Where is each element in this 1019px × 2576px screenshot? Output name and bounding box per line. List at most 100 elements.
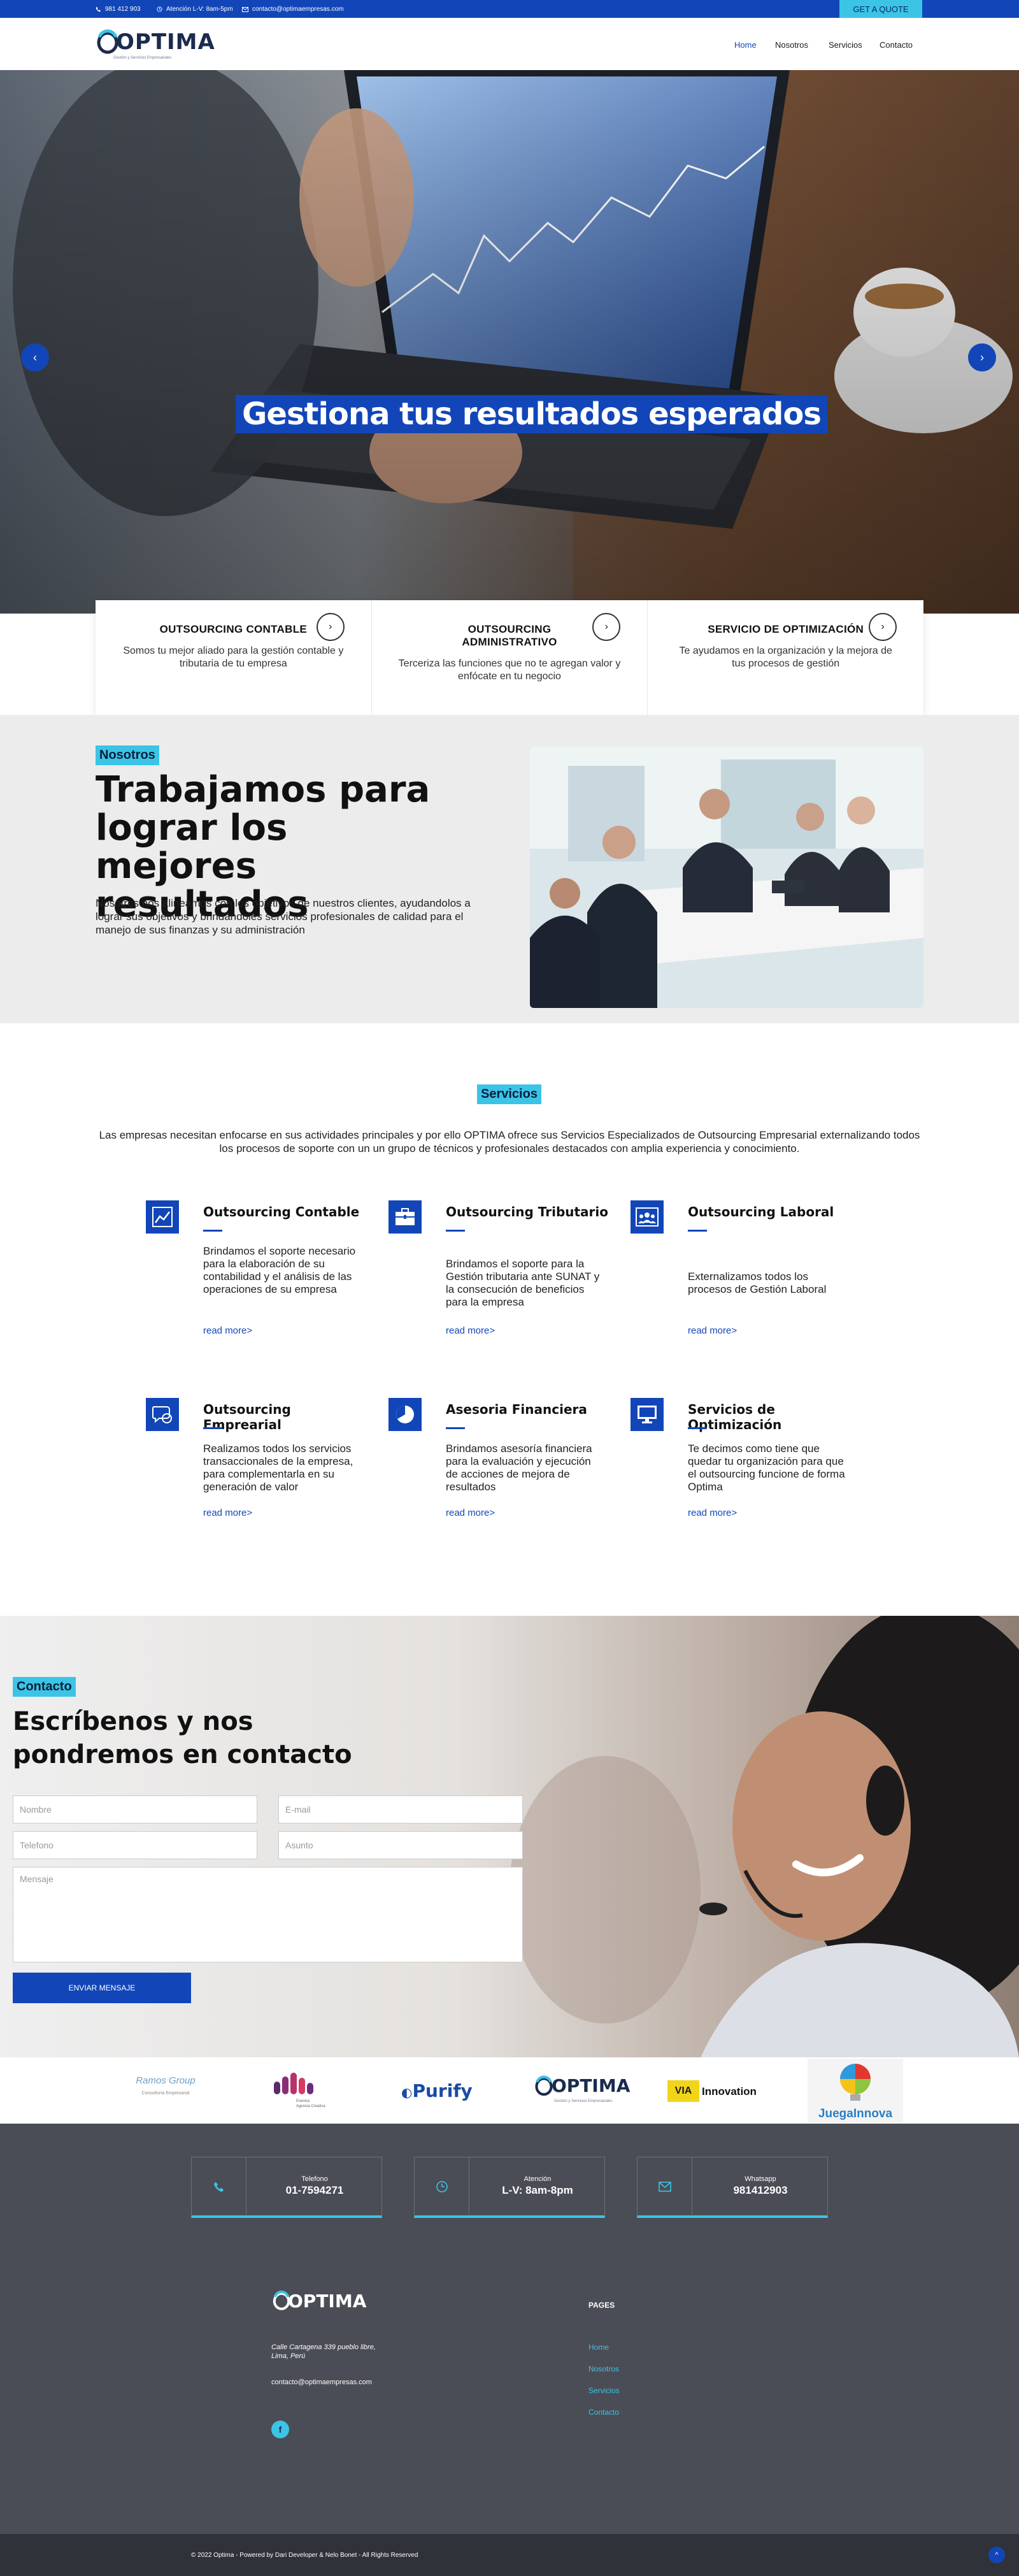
name-input[interactable] <box>13 1795 257 1824</box>
title-underline <box>203 1230 222 1232</box>
footer-link-servicios[interactable]: Servicios <box>588 2386 620 2395</box>
footer-hours-box: Atención L-V: 8am-8pm <box>414 2157 605 2218</box>
read-more-link[interactable]: read more> <box>203 1507 252 1518</box>
topbar-email[interactable]: contacto@optimaempresas.com <box>242 6 344 13</box>
service-title: Outsourcing Emprearial <box>203 1402 291 1432</box>
copyright-bar: © 2022 Optima - Powered by Dari Develope… <box>0 2534 1019 2576</box>
service-title: Servicios de Optimización <box>688 1402 782 1432</box>
service-text: Te decimos como tiene que quedar tu orga… <box>688 1443 845 1493</box>
phone-icon <box>192 2157 246 2216</box>
send-message-button[interactable]: ENVIAR MENSAJE <box>13 1973 191 2003</box>
purify-o-icon: ◐ <box>401 2085 413 2100</box>
service-title: Outsourcing Contable <box>203 1204 360 1220</box>
service-text: Brindamos el soporte para la Gestión tri… <box>446 1258 600 1308</box>
about-tag: Nosotros <box>96 745 159 765</box>
meeting-image <box>530 747 923 1008</box>
service-text: Externalizamos todos los procesos de Ges… <box>688 1270 827 1295</box>
chart-icon <box>146 1200 179 1234</box>
contact-section: Contacto Escríbenos y nos pondremos en c… <box>0 1616 1019 2057</box>
logo-mark-icon <box>535 2075 553 2096</box>
partner-logos: Ramos Group Consultoría Empresarial Even… <box>0 2057 1019 2124</box>
read-more-link[interactable]: read more> <box>203 1325 252 1336</box>
hero-image <box>0 70 1019 614</box>
partner-logo[interactable]: ◐Purify <box>401 2080 478 2103</box>
clock-icon <box>157 6 162 12</box>
facebook-icon: f <box>278 2424 282 2435</box>
service-title: Asesoria Financiera <box>446 1402 587 1417</box>
service-title: Outsourcing Laboral <box>688 1204 834 1220</box>
back-to-top-button[interactable]: ^ <box>988 2547 1005 2563</box>
chevron-right-icon: › <box>881 621 885 632</box>
partner-logo[interactable]: Eventos Agencia Creativa <box>261 2069 338 2113</box>
people-icon <box>631 1200 664 1234</box>
title-underline <box>688 1427 707 1429</box>
feature-text: Te ayudamos en la organización y la mejo… <box>679 645 892 669</box>
bulb-icon <box>840 2064 871 2101</box>
nav-nosotros[interactable]: Nosotros <box>775 40 808 50</box>
feature-card[interactable]: OUTSOURCING ADMINISTRATIVO Terceriza las… <box>372 600 648 715</box>
pages-title: PAGES <box>588 2301 615 2310</box>
service-text: Brindamos asesoría financiera para la ev… <box>446 1443 592 1493</box>
clock-icon <box>415 2157 469 2216</box>
top-bar: 981 412 903 Atención L-V: 8am-5pm contac… <box>0 0 1019 18</box>
mail-icon <box>242 6 248 12</box>
nav-contacto[interactable]: Contacto <box>880 40 913 50</box>
hero-title: Gestiona tus resultados esperados <box>236 395 827 433</box>
services-tag: Servicios <box>477 1084 541 1104</box>
services-section: Servicios Las empresas necesitan enfocar… <box>0 1023 1019 1616</box>
read-more-link[interactable]: read more> <box>688 1325 737 1336</box>
feature-title: OUTSOURCING CONTABLE <box>159 623 308 635</box>
get-quote-button[interactable]: GET A QUOTE <box>839 0 922 18</box>
about-text: Nosotros nos alineamos con los objetivos… <box>96 897 471 936</box>
feature-card[interactable]: SERVICIO DE OPTIMIZACIÓN Te ayudamos en … <box>648 600 923 715</box>
subject-input[interactable] <box>278 1831 523 1859</box>
chevron-right-icon: › <box>980 350 984 364</box>
via-badge: VIA <box>667 2080 699 2102</box>
footer-link-home[interactable]: Home <box>588 2343 609 2352</box>
feature-card[interactable]: OUTSOURCING CONTABLE Somos tu mejor alia… <box>96 600 372 715</box>
footer-link-nosotros[interactable]: Nosotros <box>588 2364 619 2373</box>
footer-email[interactable]: contacto@optimaempresas.com <box>271 2378 372 2386</box>
title-underline <box>446 1230 465 1232</box>
logo-tagline: Gestión y Servicios Empresariales <box>113 56 172 60</box>
phone-input[interactable] <box>13 1831 257 1859</box>
nav-home[interactable]: Home <box>734 40 757 50</box>
eventos-logo-icon <box>274 2073 313 2094</box>
feature-title: OUTSOURCING ADMINISTRATIVO <box>462 623 557 648</box>
phone-icon <box>96 6 101 12</box>
partner-logo[interactable]: OPTIMA Gestión y Servicios Empresariales <box>535 2074 630 2112</box>
mail-icon <box>638 2157 692 2216</box>
partner-logo[interactable]: JuegaInnova <box>808 2059 903 2122</box>
slider-next-button[interactable]: › <box>968 343 996 371</box>
feature-arrow-button[interactable]: › <box>869 613 897 641</box>
partner-logo[interactable]: Ramos Group Consultoría Empresarial <box>118 2075 213 2107</box>
service-title: Outsourcing Tributario <box>446 1204 609 1220</box>
service-text: Realizamos todos los servicios transacci… <box>203 1443 353 1493</box>
about-section: Nosotros Trabajamos para lograr los mejo… <box>0 715 1019 1023</box>
slider-prev-button[interactable]: ‹ <box>21 343 49 371</box>
logo-text: OPTIMA <box>116 29 215 55</box>
email-input[interactable] <box>278 1795 523 1824</box>
title-underline <box>688 1230 707 1232</box>
facebook-button[interactable]: f <box>271 2421 289 2438</box>
logo-mark-icon <box>97 29 118 54</box>
footer-whatsapp-box: Whatsapp 981412903 <box>637 2157 828 2218</box>
chevron-right-icon: › <box>329 621 332 632</box>
chevron-up-icon: ^ <box>995 2551 999 2559</box>
read-more-link[interactable]: read more> <box>446 1507 495 1518</box>
partner-logo[interactable]: VIA Innovation <box>667 2076 769 2105</box>
footer-link-contacto[interactable]: Contacto <box>588 2408 619 2417</box>
read-more-link[interactable]: read more> <box>688 1507 737 1518</box>
topbar-hours: Atención L-V: 8am-5pm <box>157 6 233 13</box>
feature-arrow-button[interactable]: › <box>316 613 345 641</box>
site-footer: Telefono 01-7594271 Atención L-V: 8am-8p… <box>0 2124 1019 2534</box>
monitor-icon <box>631 1398 664 1431</box>
read-more-link[interactable]: read more> <box>446 1325 495 1336</box>
feature-title: SERVICIO DE OPTIMIZACIÓN <box>708 623 864 635</box>
nav-servicios[interactable]: Servicios <box>829 40 862 50</box>
briefcase-icon <box>388 1200 422 1234</box>
title-underline <box>446 1427 465 1429</box>
contact-tag: Contacto <box>13 1677 76 1697</box>
message-textarea[interactable] <box>13 1867 523 1962</box>
via-text: VIA <box>674 2085 692 2096</box>
